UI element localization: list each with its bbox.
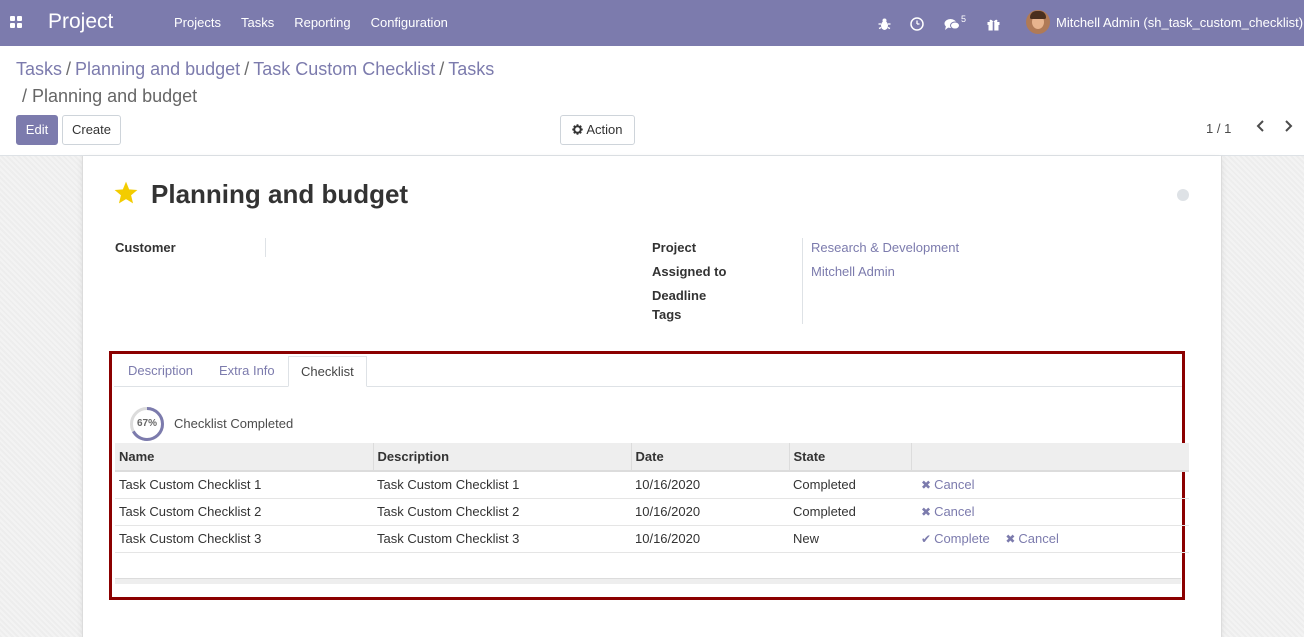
menu-item-projects[interactable]: Projects <box>164 0 231 46</box>
breadcrumb-separator: / <box>439 59 445 79</box>
column-header-date[interactable]: Date <box>631 443 790 472</box>
table-row[interactable]: Task Custom Checklist 3 Task Custom Chec… <box>115 525 1189 553</box>
cell-description: Task Custom Checklist 1 <box>373 471 631 499</box>
tab-checklist[interactable]: Checklist <box>288 356 367 387</box>
cell-state: New <box>789 525 911 553</box>
complete-button[interactable]: ✔ Complete <box>921 531 990 546</box>
assigned-to-value-link[interactable]: Mitchell Admin <box>811 264 895 279</box>
assigned-to-label: Assigned to <box>652 264 727 279</box>
cancel-button[interactable]: ✖ Cancel <box>921 477 975 492</box>
empty-cell <box>115 552 1189 579</box>
breadcrumb-separator: / <box>244 59 250 79</box>
checklist-table: Name Description Date State Task Custom … <box>115 443 1189 579</box>
table-row[interactable]: Task Custom Checklist 2 Task Custom Chec… <box>115 498 1189 526</box>
breadcrumb: Tasks / Planning and budget / Task Custom Ch… <box>16 58 576 80</box>
cell-name: Task Custom Checklist 1 <box>115 471 373 499</box>
priority-star-icon[interactable] <box>113 180 139 206</box>
cell-state: Completed <box>789 471 911 499</box>
close-icon: ✖ <box>921 478 932 493</box>
table-row-empty <box>115 552 1189 579</box>
cell-actions: ✔ Complete ✖ Cancel <box>911 525 1189 553</box>
column-header-actions <box>911 443 1189 472</box>
app-brand[interactable]: Project <box>48 10 113 34</box>
pager-next-button[interactable] <box>1278 118 1298 138</box>
pager-value[interactable]: 1 / 1 <box>1206 121 1231 136</box>
table-row[interactable]: Task Custom Checklist 1 Task Custom Chec… <box>115 471 1189 499</box>
tab-extra-info[interactable]: Extra Info <box>207 356 287 387</box>
cell-date: 10/16/2020 <box>631 498 789 526</box>
activity-clock-icon[interactable] <box>910 0 924 46</box>
column-header-description[interactable]: Description <box>373 443 632 472</box>
project-label: Project <box>652 240 697 255</box>
breadcrumb-separator: / <box>66 59 72 79</box>
cancel-button-label: Cancel <box>934 504 975 519</box>
table-header-row: Name Description Date State <box>115 443 1189 472</box>
column-header-name[interactable]: Name <box>115 443 374 472</box>
column-header-state[interactable]: State <box>789 443 912 472</box>
close-icon: ✖ <box>921 505 932 519</box>
edit-button[interactable]: Edit <box>16 115 58 145</box>
kanban-state-indicator[interactable] <box>1177 189 1189 201</box>
checklist-progress-label: Checklist Completed <box>174 416 294 431</box>
cell-name: Task Custom Checklist 2 <box>115 498 373 526</box>
create-button[interactable]: Create <box>62 115 121 145</box>
pager-previous-button[interactable] <box>1251 118 1271 138</box>
cancel-button-label: Cancel <box>934 477 975 493</box>
checklist-progress-percent: 67% <box>136 418 157 429</box>
menu-item-reporting[interactable]: Reporting <box>284 0 360 46</box>
project-value-link[interactable]: Research & Development <box>811 240 959 255</box>
apps-menu-icon[interactable] <box>10 16 23 29</box>
cancel-button[interactable]: ✖ Cancel <box>921 504 975 519</box>
cell-actions: ✖ Cancel <box>911 498 1189 526</box>
action-button-label: Action <box>586 122 623 137</box>
menu-item-configuration[interactable]: Configuration <box>361 0 458 46</box>
main-menu: Projects Tasks Reporting Configuration <box>164 0 458 46</box>
top-navbar: Project Projects Tasks Reporting Configu… <box>0 0 1304 46</box>
cell-actions: ✖ Cancel <box>911 471 1189 499</box>
messages-count-badge: 5 <box>961 14 967 24</box>
cancel-button[interactable]: ✖ Cancel <box>1005 531 1059 546</box>
cell-description: Task Custom Checklist 3 <box>373 525 631 553</box>
deadline-label: Deadline <box>652 288 707 303</box>
gear-icon <box>572 122 586 137</box>
breadcrumb-current: / Planning and budget <box>22 85 197 107</box>
breadcrumb-link-tasks-2[interactable]: Tasks <box>448 59 494 79</box>
user-menu-name[interactable]: Mitchell Admin (sh_task_custom_checklist… <box>1056 0 1303 46</box>
debug-bug-icon[interactable] <box>878 0 891 46</box>
cell-date: 10/16/2020 <box>631 471 789 499</box>
task-title: Planning and budget <box>151 179 409 209</box>
cancel-button-label: Cancel <box>1018 531 1059 546</box>
menu-item-tasks[interactable]: Tasks <box>231 0 284 46</box>
table-footer <box>115 578 1181 584</box>
breadcrumb-link-task-custom-checklist[interactable]: Task Custom Checklist <box>253 59 435 79</box>
cell-date: 10/16/2020 <box>631 525 789 553</box>
action-dropdown-button[interactable]: Action <box>560 115 635 145</box>
complete-button-label: Complete <box>934 531 990 546</box>
control-panel: Tasks / Planning and budget / Task Custom Ch… <box>0 46 1304 156</box>
breadcrumb-link-planning-and-budget[interactable]: Planning and budget <box>75 59 240 79</box>
tags-label: Tags <box>652 307 682 322</box>
user-avatar[interactable] <box>1026 10 1050 34</box>
tab-description[interactable]: Description <box>116 356 205 387</box>
close-icon: ✖ <box>1005 532 1016 546</box>
field-divider <box>802 238 803 324</box>
messages-chat-icon[interactable] <box>944 0 960 46</box>
breadcrumb-current-label: Planning and budget <box>32 86 198 106</box>
check-icon: ✔ <box>921 532 932 546</box>
cell-name: Task Custom Checklist 3 <box>115 525 373 553</box>
cell-description: Task Custom Checklist 2 <box>373 498 631 526</box>
customer-field <box>265 238 266 257</box>
breadcrumb-separator: / <box>22 86 28 106</box>
cell-state: Completed <box>789 498 911 526</box>
breadcrumb-link-tasks[interactable]: Tasks <box>16 59 62 79</box>
gift-icon[interactable] <box>987 0 1000 46</box>
customer-label: Customer <box>115 240 176 255</box>
